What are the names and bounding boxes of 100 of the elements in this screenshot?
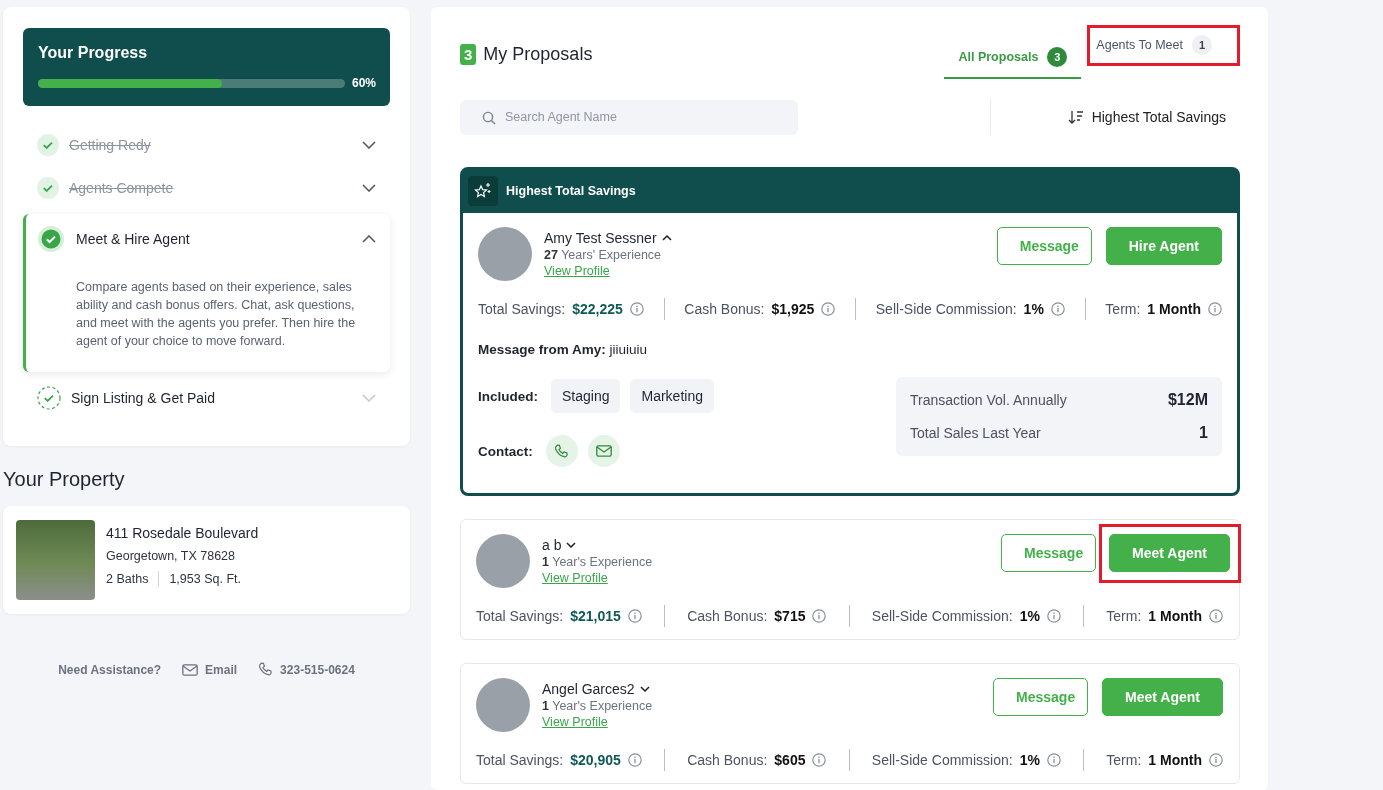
property-address: 411 Rosedale Boulevard bbox=[106, 525, 259, 541]
stat-label: Sell-Side Commission: bbox=[871, 608, 1013, 624]
agent-name: Angel Garces2 bbox=[542, 681, 635, 697]
agent-message: Message from Amy: jiiuiuiu bbox=[478, 342, 649, 357]
sort-icon bbox=[1067, 110, 1084, 124]
info-icon bbox=[812, 609, 827, 623]
property-city: Georgetown, TX 78628 bbox=[106, 549, 237, 563]
stat-label: Term: bbox=[1105, 301, 1141, 317]
stat-label: Cash Bonus: bbox=[687, 752, 768, 768]
step-label[interactable]: Meet & Hire Agent bbox=[76, 231, 350, 247]
stat-value: $20,905 bbox=[570, 752, 621, 768]
info-icon bbox=[1046, 753, 1061, 767]
featured-label: Highest Total Savings bbox=[506, 184, 636, 198]
progress-percent: 60% bbox=[351, 76, 376, 90]
mail-icon bbox=[595, 445, 612, 457]
chevron-down-icon[interactable] bbox=[362, 184, 376, 192]
tab-label: All Proposals bbox=[958, 50, 1039, 64]
agent-name: Amy Test Sessner bbox=[544, 230, 657, 246]
message-button[interactable]: Message bbox=[996, 227, 1092, 265]
sort-button[interactable]: Highest Total Savings bbox=[1067, 109, 1240, 125]
agent-action-button[interactable]: Meet Agent bbox=[1102, 678, 1223, 716]
chevron-up-icon[interactable] bbox=[362, 235, 376, 243]
avatar bbox=[476, 678, 530, 732]
email-button[interactable] bbox=[587, 435, 620, 467]
email-link[interactable]: Email bbox=[205, 662, 238, 677]
search-field[interactable]: Search Agent Name bbox=[460, 99, 798, 135]
stat-value: 1% bbox=[1023, 301, 1044, 317]
stat-label: Cash Bonus: bbox=[684, 301, 765, 317]
stat-label: Total Savings: bbox=[476, 752, 564, 768]
view-profile-link[interactable]: View Profile bbox=[544, 264, 610, 278]
message-button[interactable]: Message bbox=[1001, 534, 1097, 572]
service-tag: Staging bbox=[551, 379, 621, 413]
view-profile-link[interactable]: View Profile bbox=[542, 571, 608, 585]
stat-value: $22,225 bbox=[572, 301, 623, 317]
phone-icon bbox=[554, 443, 570, 459]
info-icon bbox=[627, 609, 642, 623]
step-label[interactable]: Sign Listing & Get Paid bbox=[71, 390, 352, 406]
stat-label: Cash Bonus: bbox=[687, 608, 768, 624]
caret-down-icon[interactable] bbox=[566, 542, 577, 548]
info-icon bbox=[1208, 302, 1222, 316]
step-label[interactable]: Getting Redy bbox=[69, 137, 352, 153]
stat-value: $1,925 bbox=[771, 301, 815, 317]
stat-value: 1% bbox=[1019, 608, 1040, 624]
info-icon bbox=[1208, 609, 1223, 623]
phone-icon bbox=[258, 662, 274, 677]
assistance-label: Need Assistance? bbox=[58, 662, 162, 677]
stat-label: Total Savings: bbox=[476, 608, 564, 624]
caret-up-icon[interactable] bbox=[661, 235, 672, 241]
sparkle-icon bbox=[474, 182, 492, 200]
tab-label: Agents To Meet bbox=[1096, 38, 1183, 52]
baths-count: 2 Baths bbox=[106, 572, 149, 586]
service-tag: Marketing bbox=[630, 379, 714, 413]
progress-title: Your Progress bbox=[38, 44, 149, 62]
stat-value: $605 bbox=[774, 752, 806, 768]
message-button[interactable]: Message bbox=[993, 678, 1089, 716]
experience-text: 1 Year's Experience bbox=[542, 555, 654, 569]
fact-value: $12M bbox=[1167, 391, 1208, 409]
stat-value: 1 Month bbox=[1147, 301, 1201, 317]
area-size: 1,953 Sq. Ft. bbox=[169, 572, 241, 586]
experience-text: 27 Years' Experience bbox=[544, 248, 663, 262]
tab[interactable]: Agents To Meet 1 bbox=[1090, 27, 1237, 63]
contact-label: Contact: bbox=[478, 443, 533, 459]
info-icon bbox=[821, 302, 836, 316]
count-badge: 3 bbox=[1047, 47, 1068, 67]
stat-label: Total Savings: bbox=[478, 301, 566, 317]
stat-value: 1% bbox=[1019, 752, 1040, 768]
phone-link[interactable]: 323-515-0624 bbox=[280, 662, 355, 677]
info-icon bbox=[1046, 609, 1061, 623]
panel-title: My Proposals bbox=[483, 43, 593, 65]
agent-action-button[interactable]: Meet Agent bbox=[1109, 533, 1230, 572]
mail-icon bbox=[182, 663, 199, 676]
info-icon bbox=[1050, 302, 1065, 316]
count-badge: 1 bbox=[1192, 35, 1212, 55]
agent-action-button[interactable]: Hire Agent bbox=[1105, 227, 1222, 265]
stat-label: Term: bbox=[1106, 608, 1142, 624]
stat-value: 1 Month bbox=[1148, 752, 1202, 768]
tab[interactable]: All Proposals 3 bbox=[944, 37, 1082, 79]
stat-value: $21,015 bbox=[570, 608, 621, 624]
info-icon bbox=[627, 753, 642, 767]
caret-down-icon[interactable] bbox=[639, 686, 650, 692]
experience-text: 1 Year's Experience bbox=[542, 699, 654, 713]
agent-name: a b bbox=[542, 537, 562, 553]
search-icon bbox=[482, 110, 496, 125]
avatar bbox=[478, 227, 532, 281]
step-label[interactable]: Agents Compete bbox=[69, 180, 352, 196]
included-label: Included: bbox=[478, 388, 538, 404]
stat-label: Sell-Side Commission: bbox=[871, 752, 1013, 768]
stat-label: Sell-Side Commission: bbox=[875, 301, 1017, 317]
proposal-count-badge: 3 bbox=[460, 43, 477, 65]
fact-value: 1 bbox=[1199, 424, 1208, 442]
section-heading: Your Property bbox=[3, 468, 126, 491]
step-description: Compare agents based on their experience, sales ability and cash bonus offers. Chat, ask questions, and meet with the agents you prefer. Then hire the agent of your choice to move forward. bbox=[76, 279, 357, 350]
view-profile-link[interactable]: View Profile bbox=[542, 715, 608, 729]
chevron-down-icon[interactable] bbox=[362, 141, 376, 149]
phone-button[interactable] bbox=[545, 435, 578, 467]
stat-value: $715 bbox=[774, 608, 806, 624]
info-icon bbox=[812, 753, 827, 767]
avatar bbox=[476, 534, 530, 588]
stat-value: 1 Month bbox=[1148, 608, 1202, 624]
info-icon bbox=[1208, 753, 1223, 767]
